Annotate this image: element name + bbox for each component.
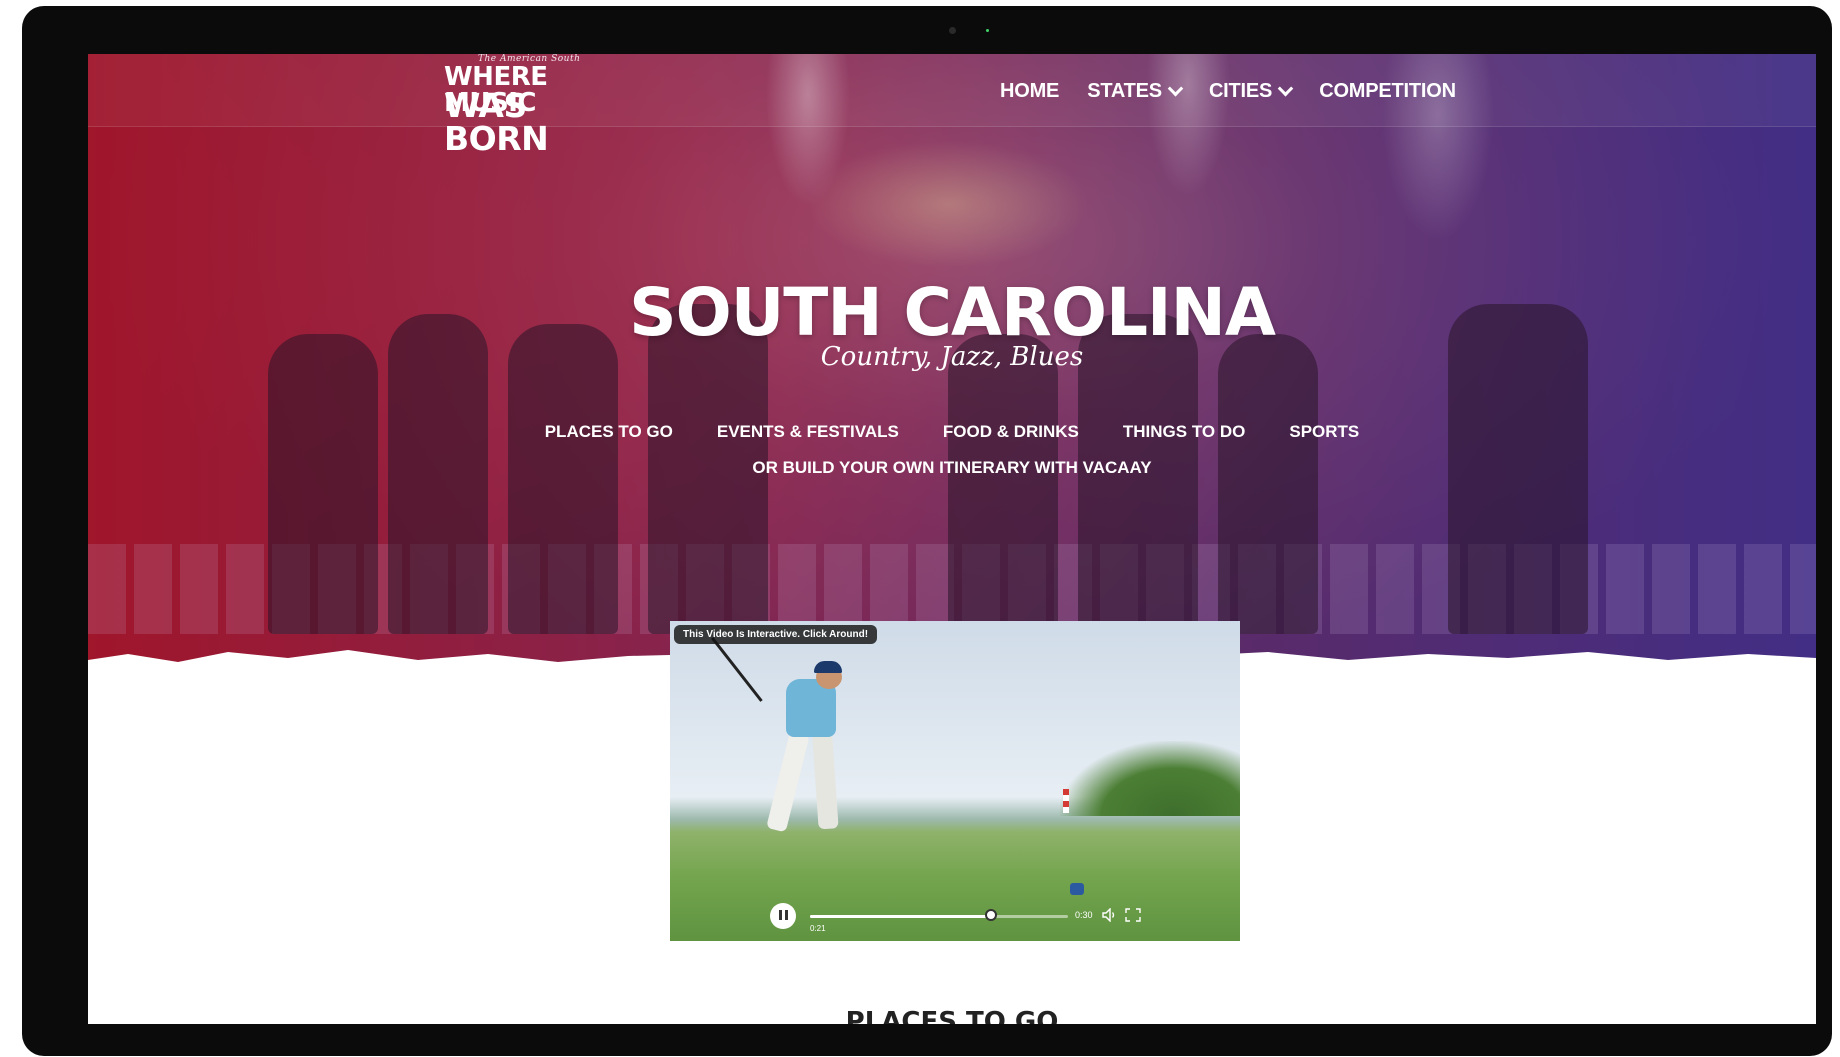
chevron-down-icon xyxy=(1277,80,1294,96)
nav-home-label: HOME xyxy=(1000,79,1060,102)
golfer-image xyxy=(814,661,842,673)
monitor-frame: The American South WHERE MUSIC WAS BORN … xyxy=(22,6,1832,1056)
site-logo[interactable]: The American South WHERE MUSIC WAS BORN xyxy=(444,54,604,155)
video-scrubber-handle[interactable] xyxy=(984,909,997,921)
nav-states-label: STATES xyxy=(1087,79,1162,102)
nav-cities[interactable]: CITIES xyxy=(1208,79,1294,103)
pause-button[interactable] xyxy=(770,903,796,929)
nav-states[interactable]: STATES xyxy=(1087,79,1184,103)
category-food-drinks[interactable]: FOOD & DRINKS xyxy=(943,422,1079,442)
nav-cities-label: CITIES xyxy=(1208,79,1273,102)
video-progress-bar[interactable] xyxy=(810,909,1068,921)
lighthouse-image xyxy=(1063,789,1069,813)
video-treeline-image xyxy=(1060,741,1240,816)
nav-competition[interactable]: COMPETITION xyxy=(1319,80,1456,103)
fullscreen-icon[interactable] xyxy=(1125,908,1141,922)
category-events-festivals[interactable]: EVENTS & FESTIVALS xyxy=(717,422,899,442)
category-nav: PLACES TO GO EVENTS & FESTIVALS FOOD & D… xyxy=(88,422,1816,442)
logo-line-2: WAS BORN xyxy=(444,86,549,158)
performer-figure xyxy=(948,334,1058,634)
category-sports[interactable]: SPORTS xyxy=(1289,422,1359,442)
page-title: SOUTH CAROLINA xyxy=(629,274,1276,351)
golf-club-image xyxy=(711,637,763,702)
video-interactive-badge: This Video Is Interactive. Click Around! xyxy=(674,625,878,644)
golfer-image xyxy=(766,730,810,833)
hero-section: The American South WHERE MUSIC WAS BORN … xyxy=(88,54,1816,674)
video-duration: 0:30 xyxy=(1075,910,1093,920)
category-places-to-go[interactable]: PLACES TO GO xyxy=(545,422,673,442)
video-controls: 0:21 0:30 xyxy=(670,893,1240,941)
volume-icon[interactable] xyxy=(1102,908,1118,922)
build-itinerary-link[interactable]: OR BUILD YOUR OWN ITINERARY WITH VACAAY xyxy=(88,458,1816,478)
page-subtitle: Country, Jazz, Blues xyxy=(820,342,1084,372)
category-things-to-do[interactable]: THINGS TO DO xyxy=(1123,422,1245,442)
performer-figure xyxy=(1218,334,1318,634)
power-led xyxy=(986,29,989,32)
chevron-down-icon xyxy=(1167,80,1184,96)
golfer-image xyxy=(812,732,839,830)
browser-viewport: The American South WHERE MUSIC WAS BORN … xyxy=(88,54,1816,1024)
nav-competition-label: COMPETITION xyxy=(1319,79,1456,102)
performer-figure xyxy=(268,334,378,634)
video-current-time: 0:21 xyxy=(810,924,826,933)
pause-icon xyxy=(777,907,789,925)
interactive-video-player[interactable]: This Video Is Interactive. Click Around!… xyxy=(670,621,1240,941)
video-progress-fill xyxy=(810,915,991,918)
webcam-icon xyxy=(949,27,956,34)
top-navbar: The American South WHERE MUSIC WAS BORN … xyxy=(88,54,1816,155)
places-to-go-heading: PLACES TO GO xyxy=(845,1007,1059,1024)
nav-home[interactable]: HOME xyxy=(1000,80,1059,103)
main-nav: HOME STATES CITIES COMPETITION xyxy=(1000,76,1456,106)
